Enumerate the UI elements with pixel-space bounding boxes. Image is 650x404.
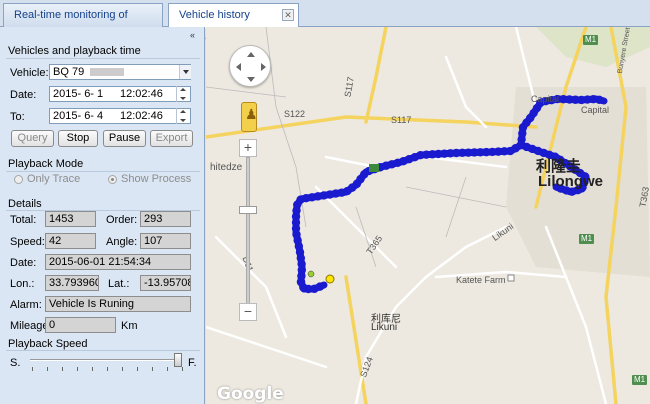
- start-date-field[interactable]: 2015- 6- 1 12:02:46: [49, 86, 191, 102]
- road-label: S122: [284, 109, 306, 119]
- speed-label: Speed:: [10, 236, 45, 248]
- map-canvas: [206, 27, 650, 404]
- place-label: hitedze: [210, 162, 243, 173]
- zoom-in-button[interactable]: +: [239, 139, 257, 157]
- slider-thumb[interactable]: [174, 353, 182, 367]
- slider-tick: [167, 367, 168, 371]
- place-label: Capital: [531, 94, 560, 104]
- slider-tick: [182, 367, 183, 371]
- road-badge: M1: [583, 35, 599, 45]
- mileage-unit: Km: [121, 320, 138, 332]
- zoom-slider[interactable]: [246, 157, 250, 305]
- chevron-down-icon[interactable]: [179, 65, 191, 79]
- slider-tick: [137, 367, 138, 371]
- datetime-label: Date:: [10, 257, 37, 269]
- slider-tick: [77, 367, 78, 371]
- mileage-value: 0: [45, 317, 116, 333]
- close-icon[interactable]: ✕: [282, 9, 294, 21]
- slider-tick: [107, 367, 108, 371]
- start-marker: [307, 270, 315, 278]
- alarm-label: Alarm:: [10, 299, 42, 311]
- slider-tick: [122, 367, 123, 371]
- export-button[interactable]: Export: [150, 130, 193, 147]
- slow-label: S.: [10, 357, 21, 369]
- city-label: Lilongwe: [538, 173, 603, 190]
- order-value: 293: [140, 211, 191, 227]
- zoom-slider-thumb[interactable]: [239, 206, 257, 214]
- place-label: Katete Farm: [456, 275, 506, 285]
- stop-button[interactable]: Stop: [58, 130, 98, 147]
- speed-value: 42: [45, 233, 96, 249]
- divider: [6, 350, 200, 351]
- pan-control[interactable]: [229, 45, 271, 87]
- vehicle-value: BQ 79: [53, 66, 85, 78]
- start-time-value: 12:02:46: [120, 88, 163, 100]
- slider-tick: [32, 367, 33, 371]
- current-position-marker: [325, 274, 335, 284]
- pan-arrows-icon: [236, 52, 266, 82]
- google-logo: Google: [217, 384, 284, 404]
- slider-tick: [92, 367, 93, 371]
- road-badge: M1: [632, 375, 648, 385]
- show-process-radio[interactable]: [108, 175, 117, 184]
- datetime-value: 2015-06-01 21:54:34: [45, 254, 191, 270]
- section-title: Playback Mode: [8, 158, 84, 170]
- pause-button[interactable]: Pause: [103, 130, 146, 147]
- playback-control-panel: « Vehicles and playback time Vehicle: BQ…: [0, 27, 205, 404]
- end-date-field[interactable]: 2015- 6- 4 12:02:46: [49, 108, 191, 124]
- angle-label: Angle:: [106, 236, 138, 248]
- place-label: Likuni: [371, 322, 398, 333]
- vehicle-label: Vehicle:: [10, 67, 49, 79]
- track-point: [595, 95, 604, 105]
- zoom-out-button[interactable]: −: [239, 303, 257, 321]
- divider: [6, 58, 200, 59]
- poi-icon: [507, 274, 515, 282]
- show-process-label: Show Process: [121, 173, 192, 185]
- total-value: 1453: [45, 211, 96, 227]
- lat-label: Lat.:: [108, 278, 130, 290]
- place-label: Capital: [581, 105, 610, 115]
- alarm-value: Vehicle Is Runing: [45, 296, 191, 312]
- only-trace-label: Only Trace: [27, 173, 81, 185]
- end-date-spinner-icon[interactable]: [176, 108, 188, 124]
- section-title: Details: [8, 198, 42, 210]
- track-point: [315, 282, 325, 291]
- start-date-spinner-icon[interactable]: [176, 86, 188, 102]
- slider-tick: [62, 367, 63, 371]
- redacted-plate: [90, 68, 125, 77]
- date-label: Date:: [10, 89, 37, 101]
- road-label: S117: [391, 115, 412, 125]
- map-view[interactable]: 利隆圭 Lilongwe Capital Capital 利库尼 Likuni …: [206, 27, 650, 404]
- playback-speed-slider[interactable]: [30, 359, 180, 361]
- section-title: Playback Speed: [8, 338, 88, 350]
- order-label: Order:: [106, 214, 138, 226]
- poi-icon: [369, 164, 379, 172]
- lon-value: 33.7939606: [45, 275, 99, 291]
- divider: [6, 171, 200, 172]
- only-trace-radio[interactable]: [14, 175, 23, 184]
- street-view-pegman[interactable]: ♟: [241, 102, 258, 132]
- pegman-icon: ♟: [245, 106, 258, 122]
- lat-value: -13.957081: [140, 275, 191, 291]
- road-badge: M1: [579, 234, 595, 244]
- section-title: Vehicles and playback time: [8, 45, 141, 57]
- slider-tick: [152, 367, 153, 371]
- start-date-value: 2015- 6- 1: [53, 88, 104, 100]
- to-label: To:: [10, 111, 25, 123]
- tab-realtime-monitoring[interactable]: Real-time monitoring of vehicles: [3, 3, 163, 43]
- collapse-icon[interactable]: «: [190, 30, 200, 40]
- end-date-value: 2015- 6- 4: [53, 110, 104, 122]
- tab-history-playback[interactable]: Vehicle history playback ✕: [168, 3, 299, 43]
- tab-bar: Real-time monitoring of vehicles Vehicle…: [0, 0, 650, 43]
- slider-tick: [47, 367, 48, 371]
- angle-value: 107: [140, 233, 191, 249]
- total-label: Total:: [10, 214, 37, 226]
- fast-label: F.: [188, 357, 197, 369]
- vehicle-select[interactable]: BQ 79: [49, 64, 191, 80]
- end-time-value: 12:02:46: [120, 110, 163, 122]
- query-button[interactable]: Query: [11, 130, 54, 147]
- lon-label: Lon.:: [10, 278, 35, 290]
